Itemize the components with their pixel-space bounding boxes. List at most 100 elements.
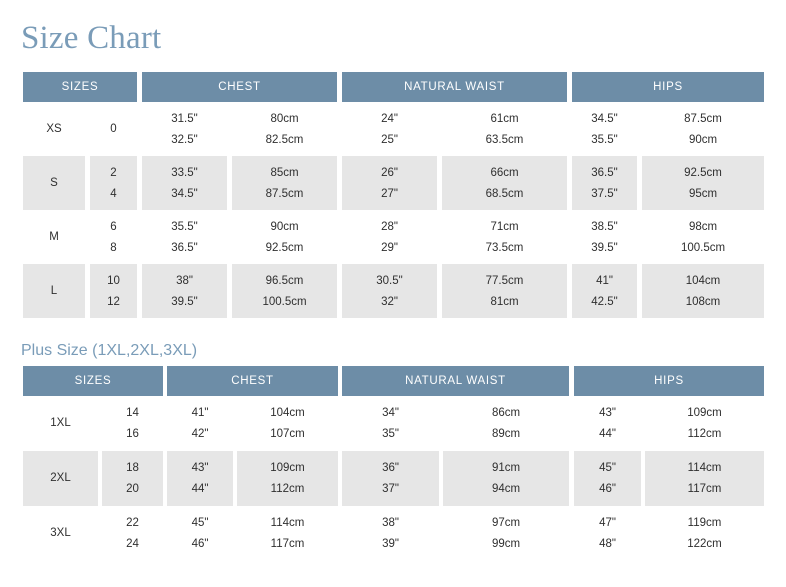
- standard-cell-waist_in: 28": [381, 221, 398, 233]
- standard-cell-chest_cm: 92.5cm: [265, 242, 304, 254]
- standard-cell-chest_cm: 100.5cm: [262, 296, 307, 308]
- plus-cell-waist_in: 36": [382, 462, 399, 474]
- standard-cell-numeric: 8: [110, 242, 117, 254]
- plus-cell-hips_in: 43": [599, 407, 616, 419]
- cell-block-3: [232, 102, 337, 156]
- standard-column-header-sizes: SIZES: [23, 72, 137, 102]
- page-title: Size Chart: [21, 20, 162, 56]
- cell-block-6: [572, 264, 637, 318]
- standard-table-header-row: SIZES CHEST NATURAL WAIST HIPS: [23, 72, 764, 102]
- plus-cell-numeric: 22: [126, 517, 139, 529]
- standard-cell-chest_in: 38": [176, 275, 193, 287]
- standard-cell-waist_cm: 71cm: [490, 221, 519, 233]
- cell-block-2: [167, 396, 233, 451]
- plus-size-section-title: Plus Size (1XL,2XL,3XL): [21, 342, 198, 359]
- cell-block-6: [574, 506, 641, 561]
- cell-block-7: [642, 210, 764, 264]
- standard-cell-hips_in: 35.5": [591, 134, 618, 146]
- plus-cell-waist_cm: 99cm: [491, 538, 521, 550]
- standard-cell-hips_cm: 90cm: [688, 134, 718, 146]
- cell-block-3: [232, 156, 337, 210]
- standard-cell-chest_in: 34.5": [171, 188, 198, 200]
- table-row: L 10 12 38" 39.5" 96.5cm 100.5cm 30.5" 32" 77.5cm…: [23, 264, 764, 318]
- standard-cell-waist_cm: 77.5cm: [485, 275, 524, 287]
- cell-block-5: [442, 156, 567, 210]
- plus-cell-chest_in: 46": [191, 538, 209, 550]
- plus-cell-numeric: 24: [126, 538, 139, 550]
- plus-cell-chest_cm: 117cm: [270, 538, 305, 550]
- standard-cell-chest_in: 39.5": [171, 296, 198, 308]
- standard-cell-hips_cm: 104cm: [685, 275, 721, 287]
- cell-block-2: [142, 102, 227, 156]
- standard-cell-chest_in: 36.5": [171, 242, 198, 254]
- standard-cell-numeric: 2: [110, 167, 117, 179]
- plus-cell-waist_cm: 91cm: [491, 462, 521, 474]
- plus-cell-numeric: 20: [126, 483, 139, 495]
- cell-block-6: [572, 210, 637, 264]
- table-row: M 6 8 35.5" 36.5" 90cm 92.5cm 28" 29" 71cm 73.5cm 3…: [23, 210, 764, 264]
- cell-block-2: [167, 451, 233, 506]
- plus-column-header-chest: CHEST: [167, 366, 338, 396]
- cell-block-6: [574, 451, 641, 506]
- standard-cell-hips_cm: 92.5cm: [684, 167, 722, 179]
- standard-cell-hips_cm: 108cm: [685, 296, 721, 308]
- plus-cell-chest_cm: 107cm: [270, 428, 305, 440]
- standard-cell-waist_in: 25": [381, 134, 398, 146]
- plus-table-header-row: SIZES CHEST NATURAL WAIST HIPS: [23, 366, 764, 396]
- plus-column-header-sizes: SIZES: [23, 366, 163, 396]
- cell-block-5: [442, 102, 567, 156]
- standard-cell-chest_cm: 80cm: [270, 113, 299, 125]
- table-row: 1XL 14 16 41" 42" 104cm 107cm 34" 35" 86cm 89cm 43"…: [23, 396, 764, 451]
- plus-cell-waist_in: 35": [382, 428, 399, 440]
- plus-cell-chest_in: 42": [191, 428, 209, 440]
- cell-block-1: [90, 156, 137, 210]
- cell-block-2: [167, 506, 233, 561]
- standard-cell-chest_in: 33.5": [171, 167, 198, 179]
- standard-cell-chest_cm: 87.5cm: [265, 188, 304, 200]
- cell-block-1: [102, 506, 163, 561]
- standard-size-label: M: [49, 231, 59, 243]
- plus-cell-chest_in: 43": [191, 462, 209, 474]
- cell-block-1: [90, 264, 137, 318]
- plus-cell-chest_in: 45": [191, 517, 209, 529]
- standard-cell-hips_in: 41": [596, 275, 613, 287]
- plus-cell-waist_in: 38": [382, 517, 399, 529]
- plus-cell-hips_in: 46": [599, 483, 616, 495]
- table-row: 2XL 18 20 43" 44" 109cm 112cm 36" 37" 91cm 94cm 45"…: [23, 451, 764, 506]
- cell-block-3: [232, 264, 337, 318]
- cell-block-4: [342, 506, 439, 561]
- standard-cell-waist_in: 27": [381, 188, 398, 200]
- standard-cell-chest_cm: 90cm: [270, 221, 299, 233]
- standard-cell-chest_cm: 85cm: [270, 167, 299, 179]
- standard-cell-waist_cm: 68.5cm: [485, 188, 524, 200]
- standard-cell-hips_cm: 87.5cm: [684, 113, 722, 125]
- cell-block-4: [342, 210, 437, 264]
- standard-table-body: XS 0 31.5" 32.5" 80cm 82.5cm 24" 25" 61cm 63.5cm 3…: [23, 102, 764, 318]
- cell-block-5: [443, 506, 569, 561]
- plus-cell-hips_in: 44": [599, 428, 616, 440]
- cell-block-6: [572, 102, 637, 156]
- cell-block-6: [572, 156, 637, 210]
- plus-cell-chest_cm: 114cm: [270, 517, 305, 529]
- cell-block-2: [142, 264, 227, 318]
- standard-cell-hips_in: 39.5": [591, 242, 618, 254]
- cell-block-7: [642, 156, 764, 210]
- plus-column-header-hips: HIPS: [574, 366, 764, 396]
- plus-cell-chest_cm: 104cm: [270, 407, 305, 419]
- cell-block-4: [342, 264, 437, 318]
- plus-table-body: 1XL 14 16 41" 42" 104cm 107cm 34" 35" 86cm 89cm 43"…: [23, 396, 764, 561]
- plus-cell-hips_cm: 109cm: [687, 407, 722, 419]
- plus-cell-hips_in: 47": [599, 517, 616, 529]
- plus-cell-hips_cm: 112cm: [687, 428, 722, 440]
- plus-cell-numeric: 16: [126, 428, 139, 440]
- standard-column-header-waist: NATURAL WAIST: [342, 72, 567, 102]
- plus-cell-numeric: 14: [126, 407, 139, 419]
- standard-cell-numeric: 0: [110, 123, 117, 135]
- cell-block-1: [90, 210, 137, 264]
- standard-size-label: S: [50, 177, 58, 189]
- cell-block-4: [342, 396, 439, 451]
- plus-cell-numeric: 18: [126, 462, 139, 474]
- table-row: 3XL 22 24 45" 46" 114cm 117cm 38" 39" 97cm 99cm 47"…: [23, 506, 764, 561]
- cell-block-3: [232, 210, 337, 264]
- plus-column-header-waist: NATURAL WAIST: [342, 366, 569, 396]
